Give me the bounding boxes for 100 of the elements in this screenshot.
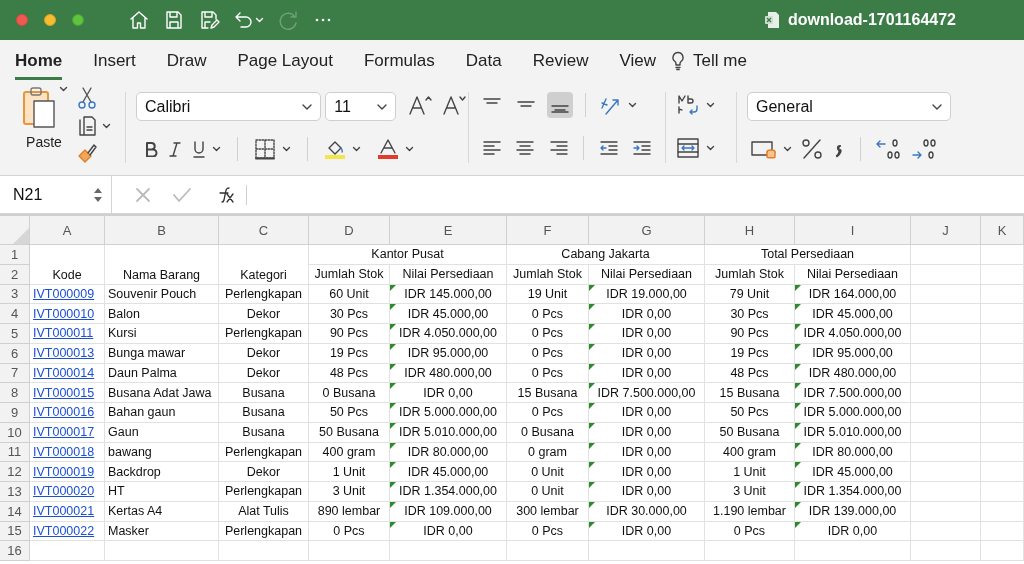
caret-icon[interactable] [58, 86, 68, 92]
caret-icon[interactable] [706, 144, 715, 151]
copy-icon[interactable] [76, 114, 98, 138]
error-indicator-icon[interactable] [589, 284, 595, 291]
bold-icon[interactable] [144, 141, 158, 157]
align-right-icon[interactable] [548, 138, 569, 157]
caret-icon[interactable] [282, 146, 291, 152]
item-code-link[interactable]: IVT000011 [33, 326, 94, 341]
error-indicator-icon[interactable] [390, 403, 396, 409]
error-indicator-icon[interactable] [390, 343, 396, 350]
increase-font-size-icon[interactable] [408, 93, 434, 116]
lightbulb-icon[interactable] [671, 51, 685, 71]
error-indicator-icon[interactable] [390, 324, 396, 330]
font-size-dropdown[interactable]: 11 [325, 92, 396, 121]
column-header[interactable]: A [62, 222, 72, 238]
minimize-button[interactable] [44, 14, 56, 26]
error-indicator-icon[interactable] [795, 343, 801, 350]
error-indicator-icon[interactable] [390, 482, 396, 488]
error-indicator-icon[interactable] [795, 462, 801, 469]
item-code-link[interactable]: IVT000014 [33, 365, 95, 380]
error-indicator-icon[interactable] [589, 324, 595, 330]
name-box[interactable]: N21 [0, 176, 112, 213]
error-indicator-icon[interactable] [795, 422, 801, 429]
align-left-icon[interactable] [481, 138, 502, 157]
caret-icon[interactable] [212, 146, 221, 152]
error-indicator-icon[interactable] [589, 442, 595, 449]
column-header[interactable]: E [443, 222, 453, 238]
enter-checkmark-icon[interactable] [172, 185, 192, 204]
item-code-link[interactable]: IVT000022 [33, 523, 95, 538]
error-indicator-icon[interactable] [390, 363, 396, 370]
error-indicator-icon[interactable] [390, 422, 396, 429]
increase-decimal-icon[interactable] [875, 137, 903, 161]
decrease-font-size-icon[interactable] [442, 93, 468, 116]
error-indicator-icon[interactable] [390, 501, 396, 508]
column-header[interactable]: K [997, 222, 1007, 238]
error-indicator-icon[interactable] [795, 521, 801, 528]
caret-icon[interactable] [102, 123, 111, 129]
ribbon-tab[interactable]: Data [465, 42, 502, 80]
error-indicator-icon[interactable] [589, 501, 595, 508]
item-code-link[interactable]: IVT000019 [33, 464, 95, 479]
error-indicator-icon[interactable] [795, 324, 801, 330]
column-header[interactable]: I [850, 222, 855, 238]
item-code-link[interactable]: IVT000010 [33, 306, 95, 321]
error-indicator-icon[interactable] [390, 304, 396, 311]
column-header[interactable]: F [543, 222, 552, 238]
ribbon-tab[interactable]: View [619, 42, 656, 80]
tell-me-search[interactable]: Tell me [693, 51, 747, 71]
error-indicator-icon[interactable] [795, 383, 801, 390]
currency-format-icon[interactable] [751, 138, 777, 160]
column-header[interactable]: G [641, 222, 652, 238]
item-code-link[interactable]: IVT000013 [33, 346, 95, 361]
ribbon-tab[interactable]: Insert [93, 42, 136, 80]
error-indicator-icon[interactable] [795, 284, 801, 291]
item-code-link[interactable]: IVT000009 [33, 286, 95, 301]
column-header[interactable]: J [942, 222, 949, 238]
item-code-link[interactable]: IVT000020 [33, 484, 95, 499]
column-header[interactable]: B [157, 222, 166, 238]
error-indicator-icon[interactable] [390, 383, 396, 390]
error-indicator-icon[interactable] [795, 442, 801, 449]
column-header[interactable]: C [258, 222, 269, 238]
error-indicator-icon[interactable] [589, 422, 595, 429]
ribbon-tab[interactable]: Review [532, 42, 589, 80]
item-code-link[interactable]: IVT000017 [33, 425, 95, 440]
ribbon-tab[interactable]: Formulas [363, 42, 435, 80]
ribbon-tab[interactable]: Page Layout [237, 42, 333, 80]
item-code-link[interactable]: IVT000015 [33, 385, 95, 400]
error-indicator-icon[interactable] [589, 304, 595, 311]
item-code-link[interactable]: IVT000016 [33, 405, 95, 420]
error-indicator-icon[interactable] [589, 462, 595, 469]
paste-icon[interactable] [20, 86, 57, 130]
borders-icon[interactable] [254, 138, 276, 160]
paintbrush-icon[interactable] [76, 142, 98, 164]
percent-icon[interactable] [800, 138, 824, 160]
increase-indent-icon[interactable] [632, 138, 653, 157]
error-indicator-icon[interactable] [589, 343, 595, 350]
paste-label[interactable]: Paste [26, 134, 62, 150]
home-icon[interactable] [128, 9, 150, 31]
error-indicator-icon[interactable] [390, 521, 396, 528]
error-indicator-icon[interactable] [795, 363, 801, 370]
caret-icon[interactable] [405, 146, 414, 152]
caret-icon[interactable] [706, 102, 715, 109]
decrease-decimal-icon[interactable] [911, 137, 939, 161]
ribbon-tab[interactable]: Draw [166, 42, 207, 80]
font-name-dropdown[interactable]: Calibri [136, 92, 322, 121]
error-indicator-icon[interactable] [795, 403, 801, 409]
decrease-indent-icon[interactable] [598, 138, 619, 157]
error-indicator-icon[interactable] [795, 501, 801, 508]
error-indicator-icon[interactable] [589, 383, 595, 390]
save-icon[interactable] [163, 9, 185, 31]
error-indicator-icon[interactable] [795, 304, 801, 311]
italic-icon[interactable] [168, 141, 182, 157]
zoom-button[interactable] [72, 14, 84, 26]
item-code-link[interactable]: IVT000021 [33, 504, 95, 519]
error-indicator-icon[interactable] [390, 284, 396, 291]
caret-icon[interactable] [352, 146, 361, 152]
caret-icon[interactable] [783, 146, 792, 152]
merge-cells-icon[interactable] [676, 135, 700, 160]
column-header[interactable]: H [744, 222, 755, 238]
error-indicator-icon[interactable] [390, 462, 396, 469]
underline-icon[interactable] [192, 140, 206, 158]
